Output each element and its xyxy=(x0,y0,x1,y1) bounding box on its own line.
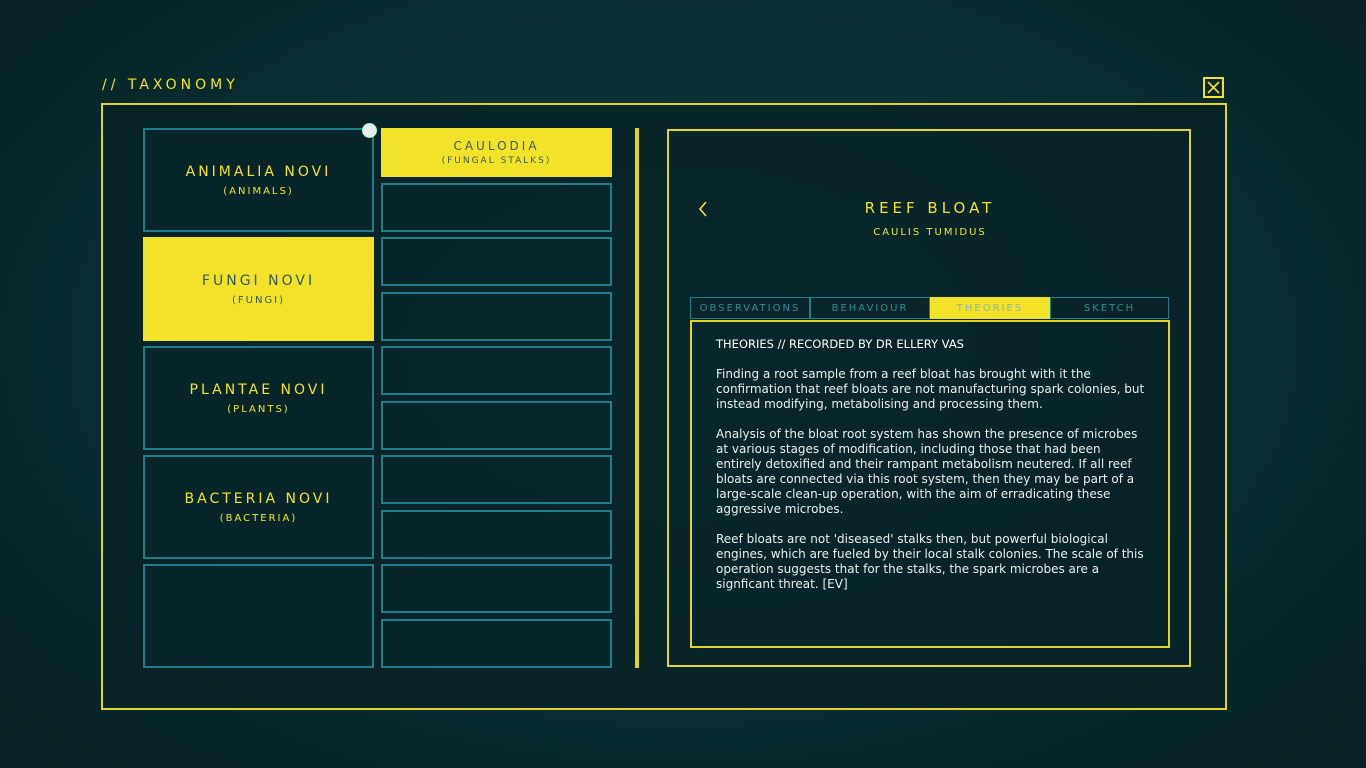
category-sub: (BACTERIA) xyxy=(219,512,298,524)
entry-paragraph: Reef bloats are not 'diseased' stalks th… xyxy=(716,532,1144,591)
category-name: PLANTAE NOVI xyxy=(189,381,328,398)
subcategory-slot-empty[interactable] xyxy=(381,510,612,559)
entry-text-box: THEORIES // RECORDED BY DR ELLERY VAS Fi… xyxy=(690,320,1170,648)
species-latin-name: CAULIS TUMIDUS xyxy=(873,227,987,238)
category-bacteria[interactable]: BACTERIA NOVI (BACTERIA) xyxy=(143,455,374,559)
category-fungi[interactable]: FUNGI NOVI (FUNGI) xyxy=(143,237,374,341)
subcategory-sub: (FUNGAL STALKS) xyxy=(441,156,552,166)
category-name: FUNGI NOVI xyxy=(201,272,316,289)
chevron-left-icon xyxy=(698,201,707,217)
species-name: REEF BLOAT xyxy=(864,199,996,217)
subcategory-slot-empty[interactable] xyxy=(381,346,612,395)
entry-paragraph: Finding a root sample from a reef bloat … xyxy=(716,367,1145,411)
subcategory-slot-empty[interactable] xyxy=(381,564,612,613)
subcategory-slot-empty[interactable] xyxy=(381,292,612,341)
tab-behaviour[interactable]: BEHAVIOUR xyxy=(810,297,930,319)
entry-paragraph: Analysis of the bloat root system has sh… xyxy=(716,427,1138,516)
category-sub: (FUNGI) xyxy=(231,294,286,306)
subcategory-slot-empty[interactable] xyxy=(381,619,612,668)
category-animalia[interactable]: ANIMALIA NOVI (ANIMALS) xyxy=(143,128,374,232)
category-sub: (PLANTS) xyxy=(227,403,290,415)
panel-divider xyxy=(635,128,639,668)
entry-heading: THEORIES // RECORDED BY DR ELLERY VAS xyxy=(716,337,964,351)
subcategory-slot-empty[interactable] xyxy=(381,237,612,286)
back-button[interactable] xyxy=(697,200,709,222)
subcategory-slot-empty[interactable] xyxy=(381,183,612,232)
subcategory-caulodia[interactable]: CAULODIA (FUNGAL STALKS) xyxy=(381,128,612,177)
close-x-icon xyxy=(1207,81,1220,94)
subcategory-name: CAULODIA xyxy=(453,139,540,153)
tab-observations[interactable]: OBSERVATIONS xyxy=(690,297,810,319)
tab-theories[interactable]: THEORIES xyxy=(930,297,1050,319)
tab-sketch[interactable]: SKETCH xyxy=(1050,297,1169,319)
category-name: ANIMALIA NOVI xyxy=(185,163,332,180)
category-empty[interactable] xyxy=(143,564,374,668)
subcategory-slot-empty[interactable] xyxy=(381,455,612,504)
category-sub: (ANIMALS) xyxy=(223,185,294,197)
taxonomy-screen: // TAXONOMY ANIMALIA NOVI (ANIMALS) FUNG… xyxy=(0,0,1366,768)
selection-indicator-dot xyxy=(362,123,377,138)
category-name: BACTERIA NOVI xyxy=(184,490,333,507)
window-title: // TAXONOMY xyxy=(102,77,239,93)
category-plantae[interactable]: PLANTAE NOVI (PLANTS) xyxy=(143,346,374,450)
subcategory-slot-empty[interactable] xyxy=(381,401,612,450)
close-button[interactable] xyxy=(1203,77,1224,98)
